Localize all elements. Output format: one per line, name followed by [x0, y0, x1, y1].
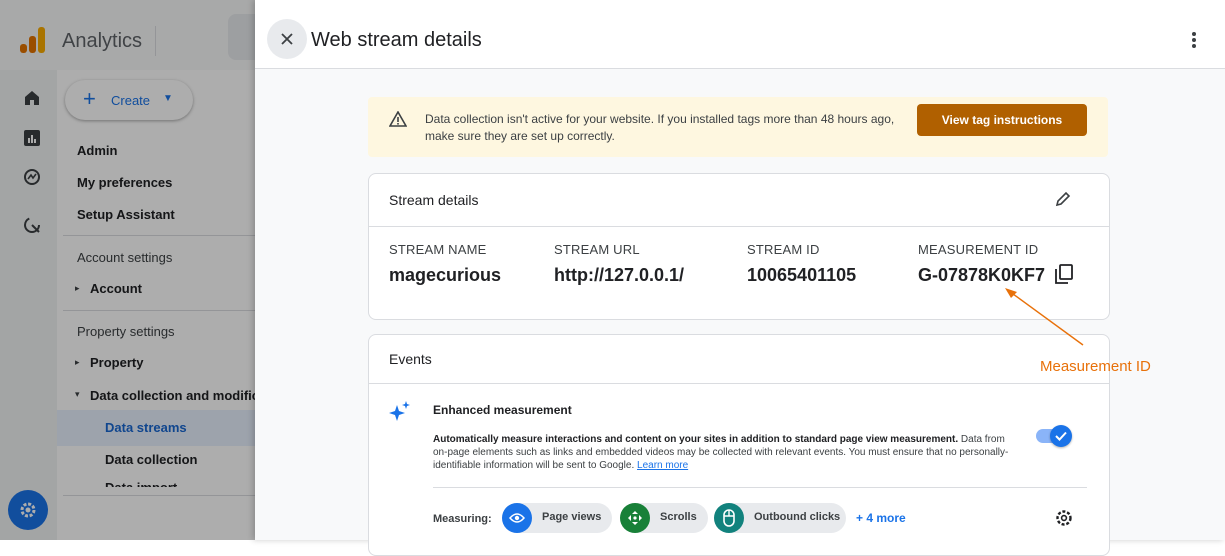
view-tag-instructions-button[interactable]: View tag instructions [917, 104, 1087, 136]
copy-icon[interactable] [1055, 264, 1073, 284]
close-icon [281, 33, 293, 45]
warning-icon [389, 111, 407, 127]
settings-gear-icon[interactable] [1055, 509, 1073, 527]
check-icon [1055, 431, 1067, 441]
stream-details-title: Stream details [389, 192, 479, 208]
stream-id-label: STREAM ID [747, 242, 820, 257]
scroll-icon [620, 503, 650, 533]
chip-outbound-clicks[interactable]: Outbound clicks [714, 503, 846, 533]
enhanced-desc-lead: Automatically measure interactions and c… [433, 434, 959, 445]
annotation-label: Measurement ID [1040, 358, 1151, 375]
enhanced-measurement-description: Automatically measure interactions and c… [433, 433, 1013, 472]
measuring-label: Measuring: [433, 513, 492, 525]
warning-text: Data collection isn't active for your we… [425, 112, 895, 143]
left-panel: Analytics + Create ▼ Admin My preference… [0, 0, 290, 540]
chip-outbound-clicks-label: Outbound clicks [754, 511, 841, 523]
warning-banner: Data collection isn't active for your we… [368, 97, 1108, 157]
chip-page-views[interactable]: Page views [502, 503, 612, 533]
chip-scrolls-label: Scrolls [660, 511, 697, 523]
enhanced-measurement-toggle[interactable] [1036, 425, 1072, 447]
eye-icon [502, 503, 532, 533]
chip-scrolls[interactable]: Scrolls [620, 503, 708, 533]
stream-url-value: http://127.0.0.1/ [554, 265, 685, 285]
stream-url-label: STREAM URL [554, 242, 640, 257]
mouse-icon [714, 503, 744, 533]
divider [433, 487, 1087, 488]
chip-page-views-label: Page views [542, 511, 602, 523]
edit-pencil-icon[interactable] [1055, 191, 1071, 207]
drawer-title: Web stream details [311, 29, 482, 51]
measurement-id-label: MEASUREMENT ID [918, 242, 1039, 257]
stream-name-value: magecurious [389, 265, 502, 285]
toggle-knob [1050, 425, 1072, 447]
drawer-header: Web stream details [255, 0, 1225, 69]
sparkle-icon [389, 401, 410, 421]
close-button[interactable] [267, 19, 307, 59]
measurement-id-value: G-07878K0KF7 [918, 265, 1046, 285]
divider [369, 226, 1109, 227]
learn-more-link[interactable]: Learn more [637, 460, 688, 471]
annotation-arrow [1005, 288, 1084, 346]
scrim-overlay[interactable] [0, 0, 255, 540]
more-vert-icon[interactable] [1192, 32, 1196, 48]
events-title: Events [389, 351, 432, 367]
more-events-link[interactable]: + 4 more [856, 511, 906, 525]
enhanced-measurement-title: Enhanced measurement [433, 403, 572, 417]
events-card: Events Enhanced measurement Automaticall… [368, 334, 1110, 556]
stream-name-label: STREAM NAME [389, 242, 487, 257]
divider [369, 383, 1109, 384]
stream-id-value: 10065401105 [747, 265, 857, 285]
web-stream-drawer: Web stream details Data collection isn't… [255, 0, 1225, 556]
